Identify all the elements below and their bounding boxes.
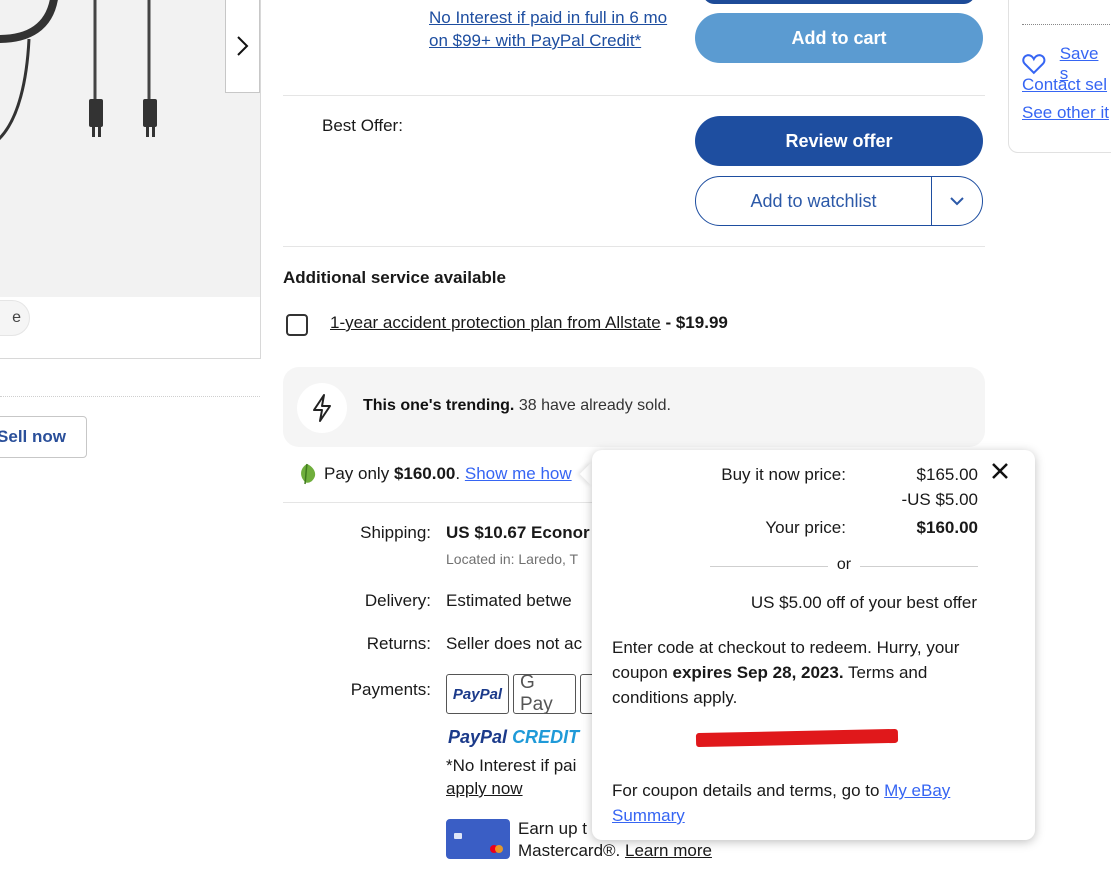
heart-icon [1022,54,1046,75]
earn-line2: Mastercard®. [518,841,621,860]
buy-it-now-price-value: $165.00 [916,465,978,484]
payments-label: Payments: [350,680,431,699]
coupon-popover: Buy it now price: $165.00 -US $5.00 Your… [592,450,1035,840]
section-divider [283,502,593,503]
delivery-value: Estimated betwe [446,591,572,610]
coupon-leaf-icon [301,463,316,485]
section-divider [283,246,985,247]
product-image[interactable] [0,0,260,297]
paypal-credit-promo-link[interactable]: No Interest if paid in full in 6 mo on $… [429,6,679,52]
add-to-cart-button[interactable]: Add to cart [695,13,983,63]
best-offer-discount-text: US $5.00 off of your best offer [750,593,977,612]
protection-plan-row: 1-year accident protection plan from All… [330,313,728,333]
shipping-location: Located in: Laredo, T [446,551,579,567]
your-price-label: Your price: [765,518,846,537]
lightning-icon [313,394,331,422]
ebay-mastercard-image [446,819,510,859]
trending-text: This one's trending. 38 have already sol… [363,397,671,415]
protection-plan-link[interactable]: 1-year accident protection plan from All… [330,313,661,332]
thumbnail-pill-label: e [12,309,21,326]
coupon-price: $160.00 [393,464,456,483]
close-popover-button[interactable] [989,460,1011,482]
review-offer-button[interactable]: Review offer [695,116,983,166]
coupon-suffix: . [455,464,461,483]
learn-more-link[interactable]: Learn more [625,841,712,860]
coupon-prefix: Pay only [324,464,390,483]
best-offer-label: Best Offer: [322,116,403,135]
see-other-items-link[interactable]: See other it [1022,103,1109,123]
returns-value: Seller does not ac [446,634,583,653]
buy-it-now-price-label: Buy it now price: [721,465,846,484]
paypal-credit-logo: PayPal CREDIT [448,727,579,748]
next-image-button[interactable] [225,0,260,93]
discount-value: -US $5.00 [901,490,978,509]
contact-seller-link[interactable]: Contact sel [1022,75,1107,95]
your-price-value: $160.00 [916,518,978,537]
trending-sold-count: 38 have already sold. [518,397,671,414]
coupon-expiry: expires Sep 28, 2023. [672,663,844,682]
buy-it-now-button[interactable] [703,0,975,4]
close-icon [992,463,1008,479]
cable-image [0,0,157,141]
section-divider [283,95,985,96]
coupon-line: Pay only $160.00. Show me how [296,462,572,486]
protection-plan-checkbox[interactable] [286,314,308,336]
chevron-down-icon [950,197,964,206]
or-separator: or [710,556,978,576]
apply-now-link[interactable]: apply now [446,779,523,799]
redacted-coupon-code [695,728,899,748]
chevron-right-icon [236,35,248,56]
returns-label: Returns: [366,634,431,653]
trending-icon-container [297,383,347,433]
credit-card-icon [454,833,503,853]
protection-plan-price: - $19.99 [665,313,728,332]
sell-now-button[interactable]: Sell now [0,416,87,458]
watchlist-dropdown-button[interactable] [932,177,982,225]
coupon-footer: For coupon details and terms, go to My e… [612,778,982,828]
show-me-how-link[interactable]: Show me how [465,464,572,483]
watchlist-button-group: Add to watchlist [695,176,983,226]
additional-service-title: Additional service available [283,268,506,287]
paypal-logo: PayPal [446,674,509,714]
seller-card-divider [1022,24,1111,25]
coupon-footer-text: For coupon details and terms, go to [612,781,885,800]
product-image-panel [0,0,261,359]
or-separator-text: or [836,556,852,573]
no-interest-text: *No Interest if pai [446,756,577,775]
google-pay-logo: G Pay [513,672,576,715]
left-divider [0,396,260,397]
paypal-credit-part1: PayPal [448,727,508,747]
trending-banner: This one's trending. 38 have already sol… [283,367,985,447]
coupon-description: Enter code at checkout to redeem. Hurry,… [612,635,982,710]
trending-bold: This one's trending. [363,397,515,414]
add-to-watchlist-button[interactable]: Add to watchlist [696,177,932,225]
or-separator-line-right [860,566,978,567]
shipping-value: US $10.67 Econor [446,523,590,543]
paypal-credit-part2: CREDIT [512,727,580,747]
shipping-price: US $10.67 Econor [446,523,590,542]
delivery-label: Delivery: [364,591,431,610]
shipping-label: Shipping: [360,523,431,542]
